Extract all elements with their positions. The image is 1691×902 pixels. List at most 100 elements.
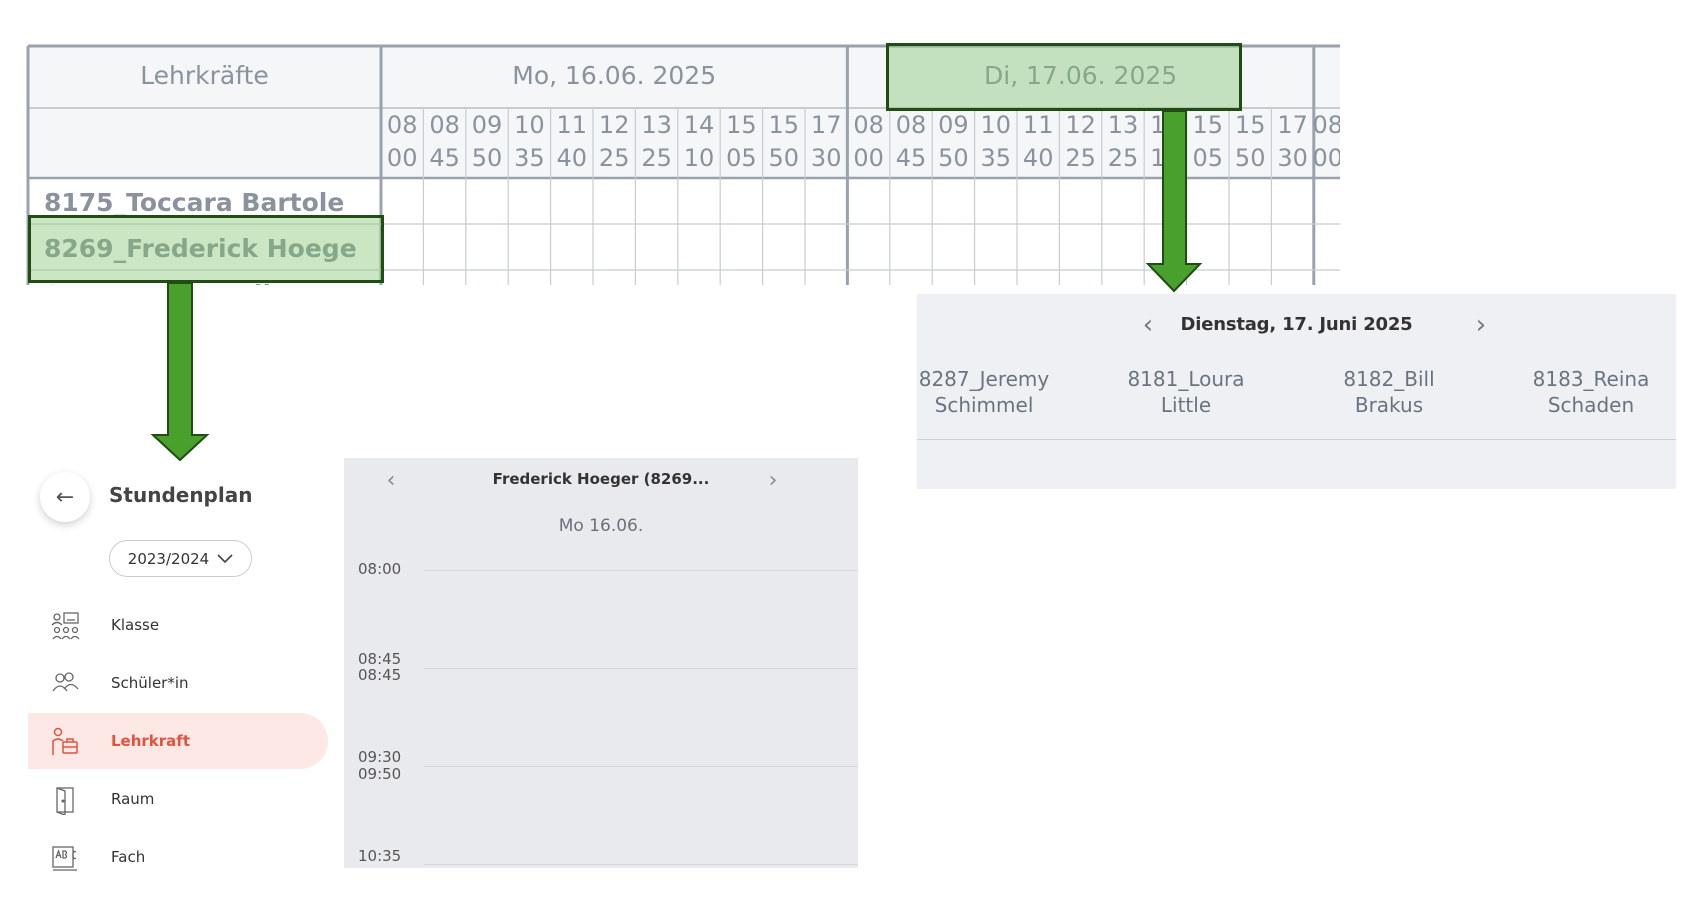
time-gridline xyxy=(424,668,858,669)
period-minute: 00 xyxy=(853,144,884,172)
day-teacher-column[interactable]: 8183_Reina Schaden xyxy=(1491,366,1676,418)
teacher-id: 8183_Reina xyxy=(1532,367,1650,391)
time-label: 08:00 xyxy=(358,560,402,578)
sidebar-item-label: Raum xyxy=(111,790,155,808)
sidebar-item-label: Lehrkraft xyxy=(111,732,190,750)
period-minute: 35 xyxy=(514,144,545,172)
period-minute: 50 xyxy=(769,144,800,172)
day-teacher-column[interactable]: 8287_Jeremy Schimmel xyxy=(917,366,1084,418)
teacher-surname: Brakus xyxy=(1354,393,1424,417)
period-hour: 13 xyxy=(641,111,672,139)
day-view-panel: ‹ Dienstag, 17. Juni 2025 › 8287_Jeremy … xyxy=(917,294,1676,489)
time-label: 08:45 xyxy=(358,666,402,684)
timetable-day-label: Mo 16.06. xyxy=(558,516,644,536)
period-minute: 50 xyxy=(472,144,503,172)
day-header-highlight xyxy=(886,43,1242,111)
teacher-row-name: 8175_Toccara Bartole xyxy=(44,188,344,217)
day-title: Dienstag, 17. Juni 2025 xyxy=(1180,314,1413,335)
period-hour: 12 xyxy=(1065,111,1096,139)
teacher-row-highlight xyxy=(28,215,384,283)
back-button[interactable]: ← xyxy=(40,472,90,522)
class-icon xyxy=(51,612,80,640)
sidebar-item-raum[interactable]: Raum xyxy=(28,771,328,827)
time-label: 09:50 xyxy=(358,765,402,783)
period-hour: 14 xyxy=(1150,111,1181,139)
school-year-select[interactable]: 2023/2024 xyxy=(109,540,252,577)
period-hour: 08 xyxy=(429,111,460,139)
period-hour: 09 xyxy=(938,111,969,139)
day-header: Mo, 16.06. 2025 xyxy=(512,61,716,90)
period-hour: 11 xyxy=(557,111,588,139)
day-teacher-column[interactable]: 8181_Loura Little xyxy=(1086,366,1286,418)
period-hour: 17 xyxy=(1277,111,1308,139)
period-minute: 40 xyxy=(557,144,588,172)
period-hour: 15 xyxy=(1235,111,1266,139)
period-hour: 15 xyxy=(769,111,800,139)
period-minute: 45 xyxy=(429,144,460,172)
subject-icon xyxy=(52,846,77,871)
period-hour: 08 xyxy=(387,111,418,139)
period-hour: 08 xyxy=(853,111,884,139)
school-year-value: 2023/2024 xyxy=(127,549,210,568)
period-minute: 05 xyxy=(1193,144,1224,172)
time-label: 09:30 xyxy=(358,748,402,766)
door-icon xyxy=(56,787,74,815)
teacher-icon xyxy=(52,727,78,755)
period-minute: 35 xyxy=(981,144,1012,172)
period-minute: 25 xyxy=(1065,144,1096,172)
period-minute: 50 xyxy=(1235,144,1266,172)
students-icon xyxy=(52,672,79,692)
sidebar-item-fach[interactable]: Fach xyxy=(28,829,328,885)
period-hour: 12 xyxy=(599,111,630,139)
period-hour: 15 xyxy=(1193,111,1224,139)
day-teacher-column[interactable]: 8182_Bill Brakus xyxy=(1289,366,1489,418)
period-hour: 08 xyxy=(896,111,927,139)
period-minute: 25 xyxy=(1108,144,1139,172)
chevron-down-icon xyxy=(217,553,233,563)
period-minute: 50 xyxy=(938,144,969,172)
period-minute: 25 xyxy=(641,144,672,172)
period-hour: 08 xyxy=(1313,111,1340,139)
period-minute: 00 xyxy=(387,144,418,172)
sidebar-item-lehrkraft[interactable]: Lehrkraft xyxy=(28,713,328,769)
period-hour: 17 xyxy=(811,111,842,139)
period-minute: 05 xyxy=(726,144,757,172)
teacher-surname: Schaden xyxy=(1547,393,1635,417)
period-hour: 13 xyxy=(1108,111,1139,139)
time-gridline xyxy=(424,864,858,865)
period-hour: 15 xyxy=(726,111,757,139)
period-hour: 09 xyxy=(472,111,503,139)
app-sidebar: ← Stundenplan 2023/2024 Klasse Schüler*i… xyxy=(0,455,340,902)
period-minute: 30 xyxy=(811,144,842,172)
teachers-column-header: Lehrkräfte xyxy=(140,61,269,90)
down-arrow-left xyxy=(150,282,210,462)
next-day-button[interactable]: › xyxy=(1468,310,1494,340)
sidebar-item-klasse[interactable]: Klasse xyxy=(28,597,328,653)
teacher-id: 8181_Loura xyxy=(1127,367,1245,391)
arrow-left-icon: ← xyxy=(55,484,75,510)
teacher-id: 8287_Jeremy xyxy=(918,367,1050,391)
period-hour: 11 xyxy=(1023,111,1054,139)
time-gridline xyxy=(424,766,858,767)
period-minute: 45 xyxy=(896,144,927,172)
period-minute: 10 xyxy=(1150,144,1181,172)
teacher-id: 8182_Bill xyxy=(1343,367,1435,391)
period-hour: 10 xyxy=(981,111,1012,139)
sidebar-title: Stundenplan xyxy=(109,483,253,507)
teacher-timetable-panel: ‹ Frederick Hoeger (8269... › Mo 16.06. … xyxy=(344,458,858,868)
period-minute: 40 xyxy=(1023,144,1054,172)
sidebar-item-label: Schüler*in xyxy=(111,674,189,692)
period-hour: 10 xyxy=(514,111,545,139)
sidebar-item-schueler[interactable]: Schüler*in xyxy=(28,655,328,711)
period-minute: 00 xyxy=(1313,144,1340,172)
sidebar-item-label: Klasse xyxy=(111,616,160,634)
period-hour: 14 xyxy=(684,111,715,139)
period-minute: 30 xyxy=(1277,144,1308,172)
teacher-surname: Schimmel xyxy=(934,393,1034,417)
day-panel-divider xyxy=(917,439,1676,440)
time-gridline xyxy=(424,570,858,571)
time-label: 10:35 xyxy=(358,847,402,865)
sidebar-item-label: Fach xyxy=(111,848,146,866)
next-week-button[interactable]: › xyxy=(762,468,784,494)
time-label: 08:45 xyxy=(358,650,402,668)
